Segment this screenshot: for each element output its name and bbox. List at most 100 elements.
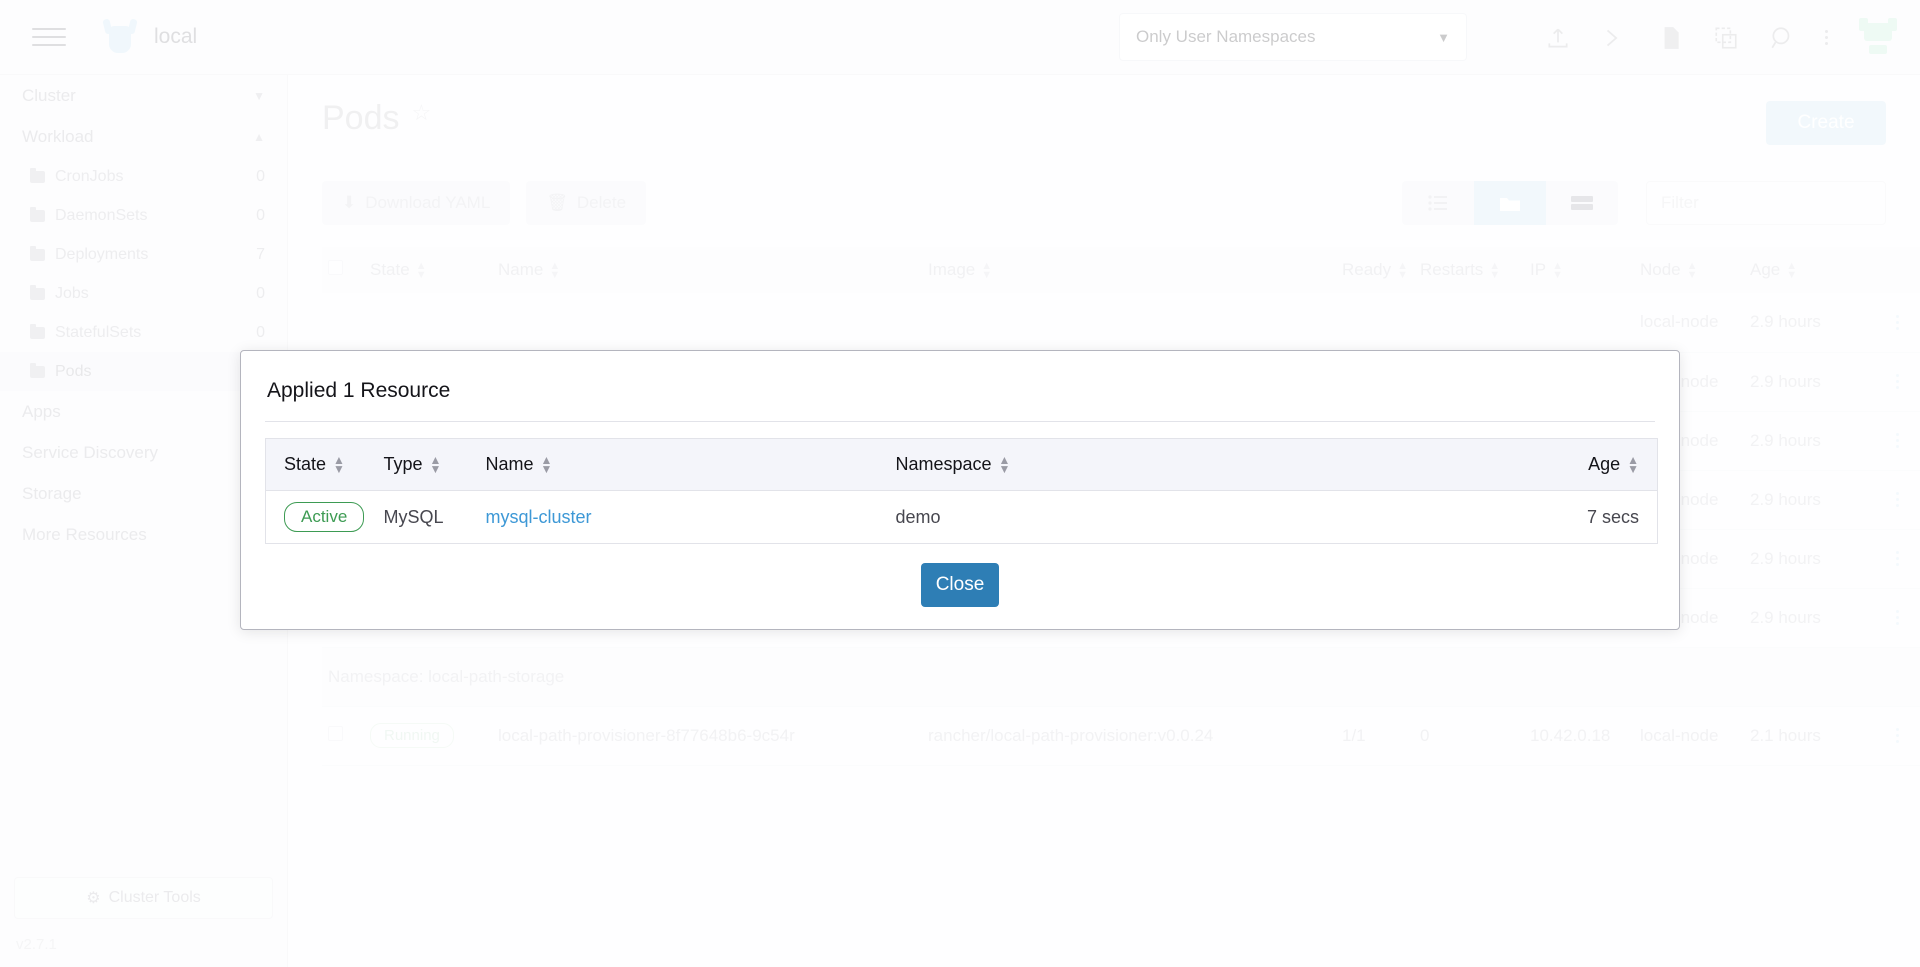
row-menu-icon[interactable]	[1880, 492, 1914, 507]
row-node[interactable]: local-node	[1634, 706, 1744, 765]
column-header-restarts[interactable]: Restarts▲▼	[1414, 247, 1524, 293]
sort-caret-icon: ▲▼	[1786, 262, 1797, 280]
table-row[interactable]: local-node 2.9 hours	[322, 293, 1920, 352]
row-image: rancher/local-path-provisioner:v0.0.24	[922, 706, 1336, 765]
kubectl-shell-icon[interactable]	[1601, 25, 1627, 51]
column-header-state[interactable]: State▲▼	[364, 247, 492, 293]
docs-icon[interactable]	[1657, 25, 1683, 51]
column-header-name[interactable]: Name▲▼	[492, 247, 922, 293]
row-state: Running	[364, 706, 492, 765]
column-header-image[interactable]: Image▲▼	[922, 247, 1336, 293]
modal-column-header-name[interactable]: Name▲▼	[468, 439, 878, 491]
modal-column-header-type[interactable]: Type▲▼	[366, 439, 468, 491]
row-image	[922, 293, 1336, 352]
column-header-age[interactable]: Age▲▼	[1744, 247, 1874, 293]
download-yaml-button[interactable]: ⬇ Download YAML	[322, 181, 510, 225]
app-header: local Only User Namespaces ▼	[0, 0, 1920, 75]
select-all-checkbox[interactable]	[328, 260, 343, 275]
page-title: Pods	[322, 101, 400, 135]
grouped-by-namespace-view-button[interactable]	[1474, 181, 1546, 225]
close-button[interactable]: Close	[921, 563, 999, 607]
row-name[interactable]: local-path-provisioner-8f77648b6-9c54r	[492, 706, 922, 765]
row-actions[interactable]	[1874, 411, 1920, 470]
column-header-node[interactable]: Node▲▼	[1634, 247, 1744, 293]
row-actions[interactable]	[1874, 588, 1920, 647]
table-toolbar: ⬇ Download YAML 🗑 Delete	[322, 181, 1886, 225]
row-node[interactable]: local-node	[1634, 293, 1744, 352]
row-actions[interactable]	[1874, 529, 1920, 588]
row-checkbox-cell[interactable]	[322, 293, 364, 352]
user-avatar-cow[interactable]	[1858, 18, 1898, 58]
row-age: 2.9 hours	[1744, 529, 1874, 588]
row-ip: 10.42.0.18	[1524, 706, 1634, 765]
search-icon[interactable]	[1769, 25, 1795, 51]
sidebar-group-cluster[interactable]: Cluster ▼	[0, 75, 287, 116]
table-row[interactable]: Active MySQL mysql-cluster demo 7 secs	[266, 491, 1658, 544]
row-menu-icon[interactable]	[1880, 551, 1914, 566]
kubeconfig-copy-icon[interactable]	[1713, 25, 1739, 51]
sidebar-item-deployments[interactable]: Deployments 7	[0, 235, 287, 274]
sidebar-item-label: DaemonSets	[55, 207, 148, 225]
row-name[interactable]	[492, 293, 922, 352]
overflow-menu-icon[interactable]	[1825, 30, 1828, 45]
column-header-ready[interactable]: Ready▲▼	[1336, 247, 1414, 293]
sidebar-item-count: 0	[256, 285, 265, 303]
modal-row-name: mysql-cluster	[468, 491, 878, 544]
row-actions[interactable]	[1874, 470, 1920, 529]
select-all-header[interactable]	[322, 247, 364, 293]
star-outline-icon[interactable]: ☆	[412, 101, 432, 125]
flat-list-view-button[interactable]	[1402, 181, 1474, 225]
row-ip	[1524, 293, 1634, 352]
namespace-group-label: Namespace: local-path-storage	[322, 647, 1920, 706]
table-row[interactable]: Running local-path-provisioner-8f77648b6…	[322, 706, 1920, 765]
create-button[interactable]: Create	[1766, 101, 1886, 145]
row-age: 2.1 hours	[1744, 706, 1874, 765]
resource-link[interactable]: mysql-cluster	[486, 507, 592, 527]
table-view-button[interactable]	[1546, 181, 1618, 225]
sidebar-item-daemonsets[interactable]: DaemonSets 0	[0, 196, 287, 235]
modal-column-header-state[interactable]: State▲▼	[266, 439, 366, 491]
column-label: Type	[384, 454, 423, 474]
sidebar-item-label: More Resources	[22, 525, 147, 545]
cluster-tools-button[interactable]: ⚙ Cluster Tools	[14, 877, 273, 919]
modal-divider	[265, 421, 1655, 422]
brand[interactable]: local	[102, 19, 197, 55]
sidebar-group-cluster-label: Cluster	[22, 86, 76, 106]
delete-button[interactable]: 🗑 Delete	[526, 181, 646, 225]
row-menu-icon[interactable]	[1880, 610, 1914, 625]
header-action-icons	[1545, 0, 1898, 75]
sidebar-item-jobs[interactable]: Jobs 0	[0, 274, 287, 313]
filter-input[interactable]: Filter	[1646, 181, 1886, 225]
row-actions[interactable]	[1874, 706, 1920, 765]
namespace-filter-select[interactable]: Only User Namespaces ▼	[1119, 13, 1467, 61]
folder-icon	[30, 327, 45, 339]
sidebar-item-label: StatefulSets	[55, 324, 141, 342]
modal-row-age: 7 secs	[1438, 491, 1658, 544]
sidebar-item-cronjobs[interactable]: CronJobs 0	[0, 157, 287, 196]
hamburger-menu-icon[interactable]	[32, 23, 66, 51]
row-checkbox-cell[interactable]	[322, 706, 364, 765]
column-label: State	[370, 260, 410, 279]
modal-column-header-namespace[interactable]: Namespace▲▼	[878, 439, 1438, 491]
status-badge: Running	[370, 723, 454, 748]
row-menu-icon[interactable]	[1880, 433, 1914, 448]
folder-icon	[30, 288, 45, 300]
modal-column-header-age[interactable]: Age▲▼	[1438, 439, 1658, 491]
sidebar-item-label: CronJobs	[55, 168, 123, 186]
sort-caret-icon: ▲▼	[999, 456, 1011, 475]
row-checkbox[interactable]	[328, 726, 343, 741]
modal-row-state: Active	[266, 491, 366, 544]
row-actions[interactable]	[1874, 293, 1920, 352]
row-actions[interactable]	[1874, 352, 1920, 411]
column-header-ip[interactable]: IP▲▼	[1524, 247, 1634, 293]
row-menu-icon[interactable]	[1880, 728, 1914, 743]
folder-icon	[1499, 195, 1521, 212]
sidebar-item-label: Storage	[22, 484, 82, 504]
list-icon	[1428, 195, 1448, 211]
import-yaml-icon[interactable]	[1545, 25, 1571, 51]
row-menu-icon[interactable]	[1880, 315, 1914, 330]
row-menu-icon[interactable]	[1880, 374, 1914, 389]
sidebar-item-statefulsets[interactable]: StatefulSets 0	[0, 313, 287, 352]
sidebar-item-count: 7	[256, 246, 265, 264]
sidebar-group-workload[interactable]: Workload ▲	[0, 116, 287, 157]
